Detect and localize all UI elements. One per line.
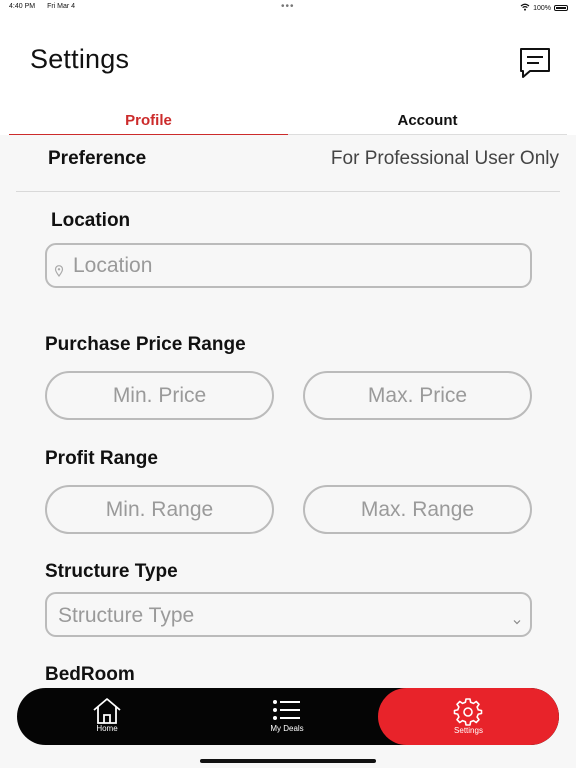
structure-type-select[interactable]: Structure Type xyxy=(45,592,532,637)
nav-my-deals[interactable]: My Deals xyxy=(259,688,315,745)
list-icon xyxy=(273,700,300,720)
battery-percent: 100% xyxy=(533,4,551,12)
nav-home[interactable]: Home xyxy=(79,688,135,745)
multitasking-dots[interactable]: ••• xyxy=(281,1,295,12)
battery-icon xyxy=(554,5,568,11)
gear-icon xyxy=(453,698,483,726)
location-pin-icon xyxy=(54,259,64,283)
purchase-price-label: Purchase Price Range xyxy=(45,334,246,355)
max-price-input[interactable]: Max. Price xyxy=(303,371,532,420)
location-input[interactable]: Location xyxy=(45,243,532,288)
min-range-placeholder: Min. Range xyxy=(105,498,214,521)
structure-type-label: Structure Type xyxy=(45,561,178,582)
min-price-placeholder: Min. Price xyxy=(112,384,207,407)
min-price-input[interactable]: Min. Price xyxy=(45,371,274,420)
chat-button[interactable] xyxy=(518,46,552,80)
bottom-nav: Home My Deals Settings xyxy=(17,688,559,745)
chevron-down-icon xyxy=(513,607,521,631)
nav-settings[interactable]: Settings xyxy=(378,688,559,745)
structure-type-placeholder: Structure Type xyxy=(58,604,195,627)
nav-my-deals-label: My Deals xyxy=(270,724,304,733)
min-range-input[interactable]: Min. Range xyxy=(45,485,274,534)
nav-home-label: Home xyxy=(96,724,118,733)
tab-bar: Profile Account xyxy=(9,110,567,135)
status-date: Fri Mar 4 xyxy=(47,3,76,10)
status-time: 4:40 PM Fri Mar 4 xyxy=(9,3,75,10)
bedroom-label: BedRoom xyxy=(45,664,135,685)
preference-row: Preference For Professional User Only xyxy=(16,136,560,192)
tab-account[interactable]: Account xyxy=(288,110,567,135)
page-title: Settings xyxy=(30,44,130,74)
professional-note: For Professional User Only xyxy=(330,148,559,169)
max-range-placeholder: Max. Range xyxy=(360,498,475,521)
profit-range-label: Profit Range xyxy=(45,448,158,469)
home-indicator xyxy=(200,759,376,763)
header: Settings Profile Account xyxy=(0,14,576,135)
status-right: 100% xyxy=(520,3,568,13)
tab-profile[interactable]: Profile xyxy=(9,110,288,135)
status-bar: 4:40 PM Fri Mar 4 ••• 100% xyxy=(0,0,576,14)
chat-icon xyxy=(520,48,550,78)
home-icon xyxy=(93,698,121,724)
max-range-input[interactable]: Max. Range xyxy=(303,485,532,534)
preference-label: Preference xyxy=(48,148,147,169)
status-time-text: 4:40 PM xyxy=(9,3,36,10)
location-placeholder: Location xyxy=(73,254,153,277)
location-label: Location xyxy=(51,210,131,231)
max-price-placeholder: Max. Price xyxy=(367,384,468,407)
wifi-icon xyxy=(520,3,530,13)
nav-settings-label: Settings xyxy=(454,726,483,735)
